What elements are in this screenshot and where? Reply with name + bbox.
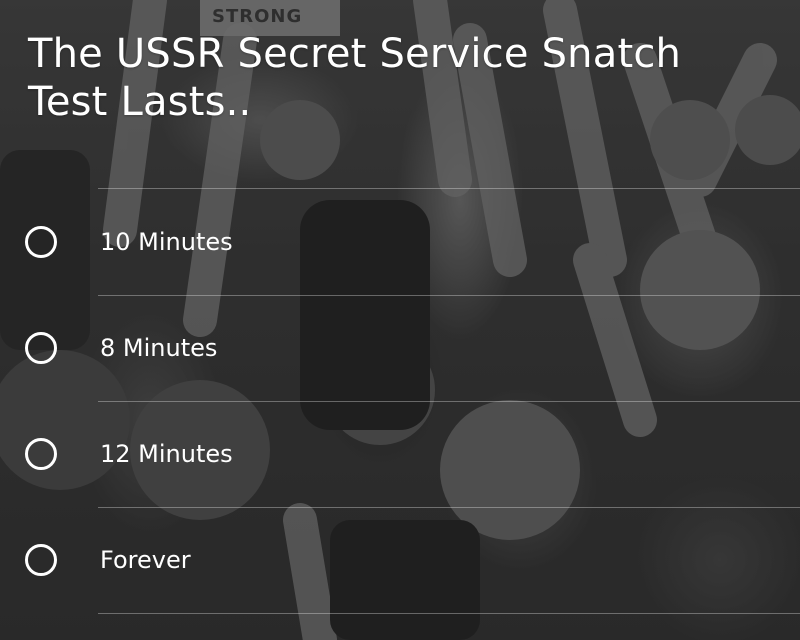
radio-button[interactable] — [25, 438, 57, 470]
option-10-minutes[interactable]: 10 Minutes — [0, 189, 800, 294]
option-label: 8 Minutes — [100, 334, 218, 362]
radio-button[interactable] — [25, 226, 57, 258]
quiz-screen: STRONG The USSR Secret Service Snatch Te… — [0, 0, 800, 640]
radio-button[interactable] — [25, 332, 57, 364]
quiz-content: The USSR Secret Service Snatch Test Last… — [0, 0, 800, 640]
option-label: 12 Minutes — [100, 440, 233, 468]
option-forever[interactable]: Forever — [0, 508, 800, 613]
radio-button[interactable] — [25, 544, 57, 576]
option-label: 10 Minutes — [100, 228, 233, 256]
option-12-minutes[interactable]: 12 Minutes — [0, 402, 800, 507]
question-title: The USSR Secret Service Snatch Test Last… — [28, 31, 682, 125]
divider — [98, 613, 800, 614]
option-8-minutes[interactable]: 8 Minutes — [0, 296, 800, 401]
option-label: Forever — [100, 546, 191, 574]
